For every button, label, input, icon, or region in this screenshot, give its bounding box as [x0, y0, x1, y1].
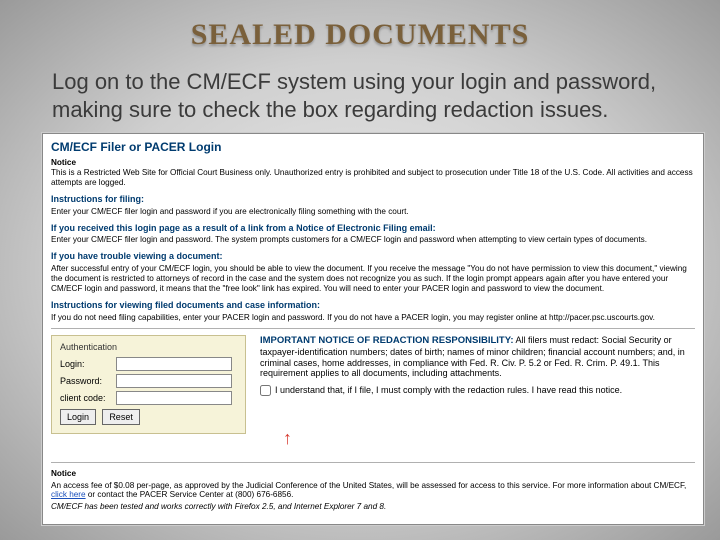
sec2-title: If you have trouble viewing a document:: [51, 251, 223, 261]
click-here-link[interactable]: click here: [51, 490, 86, 499]
sec3-body: If you do not need filing capabilities, …: [51, 313, 695, 323]
login-label: Login:: [60, 359, 112, 370]
redaction-ack: I understand that, if I file, I must com…: [275, 385, 622, 396]
footer-compat: CM/ECF has been tested and works correct…: [51, 502, 695, 512]
sec2-body: After successful entry of your CM/ECF lo…: [51, 264, 695, 294]
sec0-title: Instructions for filing:: [51, 194, 144, 204]
redaction-heading: IMPORTANT NOTICE OF REDACTION RESPONSIBI…: [260, 335, 514, 346]
page-title: SEALED DOCUMENTS: [40, 18, 680, 52]
login-screenshot: CM/ECF Filer or PACER Login Notice This …: [42, 133, 704, 525]
sec1-body: Enter your CM/ECF filer login and passwo…: [51, 235, 695, 245]
auth-box: Authentication Login: Password: client c…: [51, 335, 246, 434]
notice-label: Notice: [51, 158, 76, 167]
login-button[interactable]: Login: [60, 409, 96, 425]
reset-button[interactable]: Reset: [102, 409, 140, 425]
password-label: Password:: [60, 376, 112, 387]
arrow-icon: ↑: [283, 428, 720, 450]
sec3-title: Instructions for viewing filed documents…: [51, 300, 320, 310]
notice-body: This is a Restricted Web Site for Offici…: [51, 168, 693, 187]
sec1-title: If you received this login page as a res…: [51, 223, 436, 233]
login-input[interactable]: [116, 357, 232, 371]
redaction-checkbox[interactable]: [260, 385, 271, 396]
client-code-label: client code:: [60, 393, 112, 404]
sec0-body: Enter your CM/ECF filer login and passwo…: [51, 207, 695, 217]
footer-fee: An access fee of $0.08 per-page, as appr…: [51, 481, 695, 501]
screenshot-heading: CM/ECF Filer or PACER Login: [51, 140, 695, 154]
auth-legend: Authentication: [60, 342, 237, 353]
redaction-notice: IMPORTANT NOTICE OF REDACTION RESPONSIBI…: [260, 335, 695, 434]
footer-notice-label: Notice: [51, 469, 695, 479]
password-input[interactable]: [116, 374, 232, 388]
client-code-input[interactable]: [116, 391, 232, 405]
intro-text: Log on to the CM/ECF system using your l…: [52, 68, 662, 123]
